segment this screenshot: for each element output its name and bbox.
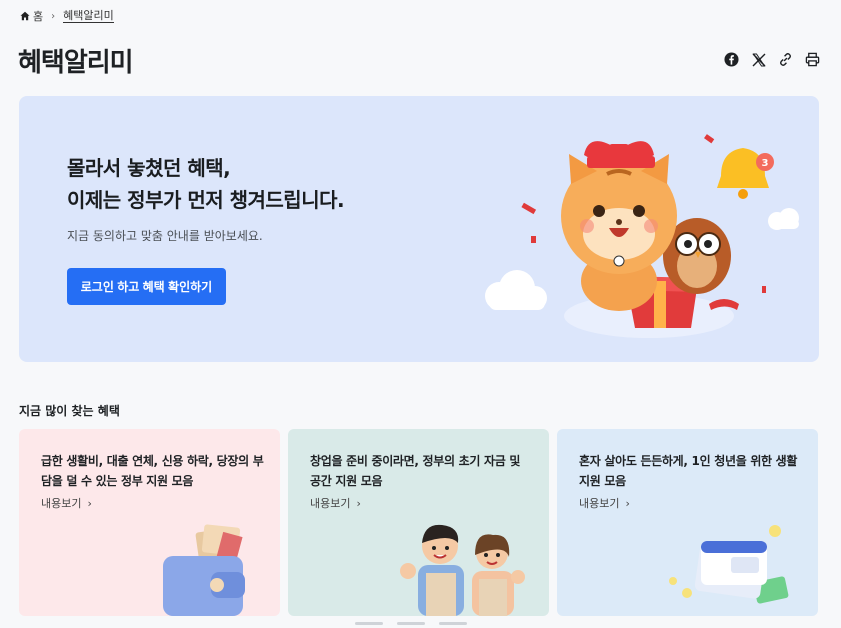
- page-title: 혜택알리미: [18, 48, 134, 78]
- bell-icon: [717, 148, 774, 199]
- man-character-icon: [400, 524, 464, 616]
- cloud-right-icon: [768, 208, 799, 230]
- benefit-card-list: 급한 생활비, 대출 연체, 신용 하락, 당장의 부담을 덜 수 있는 정부 …: [19, 429, 818, 616]
- chevron-right-icon: ›: [625, 496, 630, 510]
- ribbon-bow-icon: [584, 141, 655, 168]
- print-icon[interactable]: [804, 51, 821, 68]
- breadcrumb-home-link[interactable]: 홈: [20, 8, 43, 24]
- view-more-link[interactable]: 내용보기 ›: [41, 495, 92, 511]
- view-more-label: 내용보기: [310, 497, 351, 510]
- chevron-right-icon: ›: [51, 10, 56, 22]
- hero-title-line1: 몰라서 놓쳤던 혜택,: [67, 156, 231, 180]
- share-tools: [723, 51, 821, 68]
- link-icon[interactable]: [777, 51, 794, 68]
- scroll-indicator: [355, 622, 467, 625]
- card-money-icon: [669, 525, 789, 604]
- hero-subtitle: 지금 동의하고 맞춤 안내를 받아보세요.: [67, 229, 263, 243]
- view-more-label: 내용보기: [41, 497, 82, 510]
- cloud-left-icon: [485, 270, 547, 310]
- benefit-card-text: 창업을 준비 중이라면, 정부의 초기 자금 및 공간 지원 모음: [310, 454, 521, 488]
- chevron-right-icon: ›: [87, 496, 92, 510]
- hero-title: 몰라서 놓쳤던 혜택, 이제는 정부가 먼저 챙겨드립니다.: [67, 152, 345, 216]
- benefit-card[interactable]: 급한 생활비, 대출 연체, 신용 하락, 당장의 부담을 덜 수 있는 정부 …: [19, 429, 280, 616]
- home-icon: [20, 11, 30, 21]
- benefit-card[interactable]: 혼자 살아도 든든하게, 1인 청년을 위한 생활지원 모음 내용보기 ›: [557, 429, 818, 616]
- facebook-icon[interactable]: [723, 51, 740, 68]
- benefit-card[interactable]: 창업을 준비 중이라면, 정부의 초기 자금 및 공간 지원 모음 내용보기 ›: [288, 429, 549, 616]
- benefit-card-text: 혼자 살아도 든든하게, 1인 청년을 위한 생활지원 모음: [579, 454, 798, 488]
- hero-title-line2: 이제는 정부가 먼저 챙겨드립니다.: [67, 188, 345, 212]
- x-icon[interactable]: [750, 51, 767, 68]
- wallet-money-icon: [163, 524, 245, 616]
- breadcrumb-home-label: 홈: [33, 10, 44, 23]
- view-more-link[interactable]: 내용보기 ›: [310, 495, 361, 511]
- notification-badge: 3: [762, 158, 769, 169]
- breadcrumb: 홈 › 혜택알리미: [20, 8, 114, 24]
- benefit-card-text: 급한 생활비, 대출 연체, 신용 하락, 당장의 부담을 덜 수 있는 정부 …: [41, 454, 264, 488]
- view-more-link[interactable]: 내용보기 ›: [579, 495, 630, 511]
- section-title-popular: 지금 많이 찾는 혜택: [19, 404, 120, 418]
- view-more-label: 내용보기: [579, 497, 620, 510]
- hero-banner: 몰라서 놓쳤던 혜택, 이제는 정부가 먼저 챙겨드립니다. 지금 동의하고 맞…: [19, 96, 819, 362]
- entrepreneurs-illustration-icon: [400, 524, 525, 616]
- login-check-benefits-button[interactable]: 로그인 하고 혜택 확인하기: [67, 268, 226, 305]
- woman-character-icon: [472, 534, 525, 616]
- chevron-right-icon: ›: [356, 496, 361, 510]
- breadcrumb-current[interactable]: 혜택알리미: [63, 9, 114, 23]
- hero-illustration: 3: [485, 134, 799, 338]
